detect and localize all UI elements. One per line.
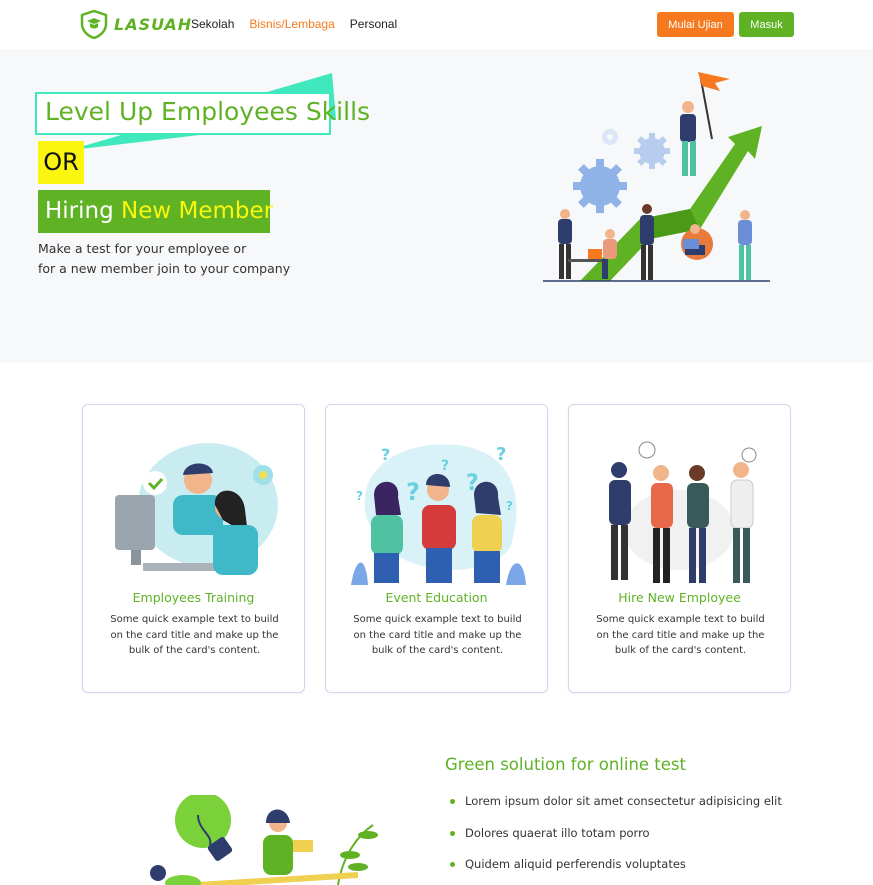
card-employees-training[interactable]: Employees Training Some quick example te… bbox=[82, 404, 305, 693]
start-exam-button[interactable]: Mulai Ujian bbox=[657, 12, 734, 37]
svg-text:?: ? bbox=[506, 499, 513, 513]
svg-text:?: ? bbox=[406, 478, 420, 506]
hero-title: Level Up Employees Skills bbox=[45, 97, 371, 126]
solution-list: Lorem ipsum dolor sit amet consectetur a… bbox=[450, 794, 782, 885]
card-title: Employees Training bbox=[132, 590, 255, 605]
card-hire-new-employee[interactable]: Hire New Employee Some quick example tex… bbox=[568, 404, 791, 693]
hero-or-label: OR bbox=[38, 141, 84, 184]
list-item: Dolores quaerat illo totam porro bbox=[450, 826, 782, 858]
nav-links: Sekolah Bisnis/Lembaga Personal bbox=[191, 17, 412, 31]
list-item: Lorem ipsum dolor sit amet consectetur a… bbox=[450, 794, 782, 826]
hero-desc-line2: for a new member join to your company bbox=[38, 261, 291, 276]
hero-hiring-highlight: New Member bbox=[121, 198, 274, 224]
nav-link-personal[interactable]: Personal bbox=[350, 17, 397, 31]
svg-text:?: ? bbox=[381, 445, 390, 464]
hero-section: Level Up Employees Skills OR Hiring New … bbox=[0, 49, 873, 363]
small-gear-icon bbox=[634, 133, 670, 169]
card-title: Event Education bbox=[385, 590, 488, 605]
login-button[interactable]: Masuk bbox=[739, 12, 794, 37]
navbar: LASUAH Sekolah Bisnis/Lembaga Personal M… bbox=[0, 0, 873, 49]
solution-title: Green solution for online test bbox=[445, 755, 686, 774]
shield-logo-icon bbox=[80, 10, 108, 39]
svg-text:?: ? bbox=[356, 489, 363, 503]
brand[interactable]: LASUAH bbox=[80, 10, 192, 39]
nav-link-bisnis[interactable]: Bisnis/Lembaga bbox=[249, 17, 334, 31]
hero-hiring-prefix: Hiring bbox=[45, 198, 114, 224]
card-event-education[interactable]: ?? ?? ?? ? Event Education Some quick ex… bbox=[325, 404, 548, 693]
card-text: Some quick example text to build on the … bbox=[353, 614, 522, 656]
employees-training-illustration bbox=[115, 443, 278, 575]
gear-icon bbox=[573, 159, 627, 213]
card-text: Some quick example text to build on the … bbox=[596, 614, 765, 656]
nav-link-sekolah[interactable]: Sekolah bbox=[191, 17, 234, 31]
hero-description: Make a test for your employee or for a n… bbox=[38, 239, 290, 279]
card-title: Hire New Employee bbox=[618, 590, 741, 605]
hero-desc-line1: Make a test for your employee or bbox=[38, 241, 247, 256]
hero-hiring-banner: Hiring New Member bbox=[38, 190, 274, 233]
hire-new-employee-illustration bbox=[609, 441, 757, 583]
list-item: Quidem aliquid perferendis voluptates bbox=[450, 857, 782, 885]
svg-text:?: ? bbox=[441, 458, 449, 474]
event-education-illustration: ?? ?? ?? ? bbox=[351, 444, 526, 585]
team-growth-illustration bbox=[543, 72, 770, 282]
brand-name: LASUAH bbox=[114, 15, 193, 34]
card-text: Some quick example text to build on the … bbox=[110, 614, 279, 656]
svg-text:?: ? bbox=[496, 444, 506, 465]
green-solution-illustration bbox=[150, 795, 378, 885]
